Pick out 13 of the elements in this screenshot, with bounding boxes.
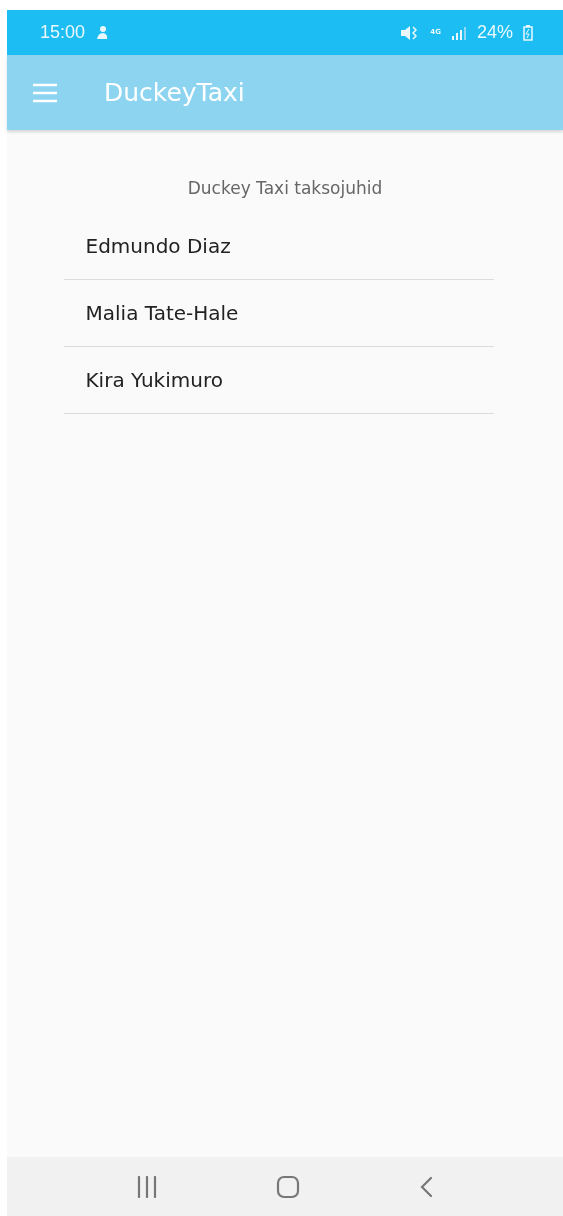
driver-list-item[interactable]: Edmundo Diaz bbox=[63, 213, 494, 280]
home-icon[interactable] bbox=[276, 1174, 300, 1199]
signal-icon bbox=[450, 25, 467, 40]
app-title: DuckeyTaxi bbox=[104, 78, 245, 107]
notification-icon bbox=[95, 24, 110, 41]
status-time: 15:00 bbox=[40, 22, 86, 43]
back-icon[interactable] bbox=[419, 1175, 434, 1198]
battery-percent: 24% bbox=[476, 22, 513, 43]
list-heading: Duckey Taxi taksojuhid bbox=[187, 178, 383, 198]
driver-list-item[interactable]: Malia Tate-Hale bbox=[63, 280, 494, 347]
recent-apps-icon[interactable] bbox=[136, 1175, 157, 1198]
battery-icon bbox=[523, 24, 533, 41]
driver-list-item[interactable]: Kira Yukimuro bbox=[63, 347, 494, 414]
